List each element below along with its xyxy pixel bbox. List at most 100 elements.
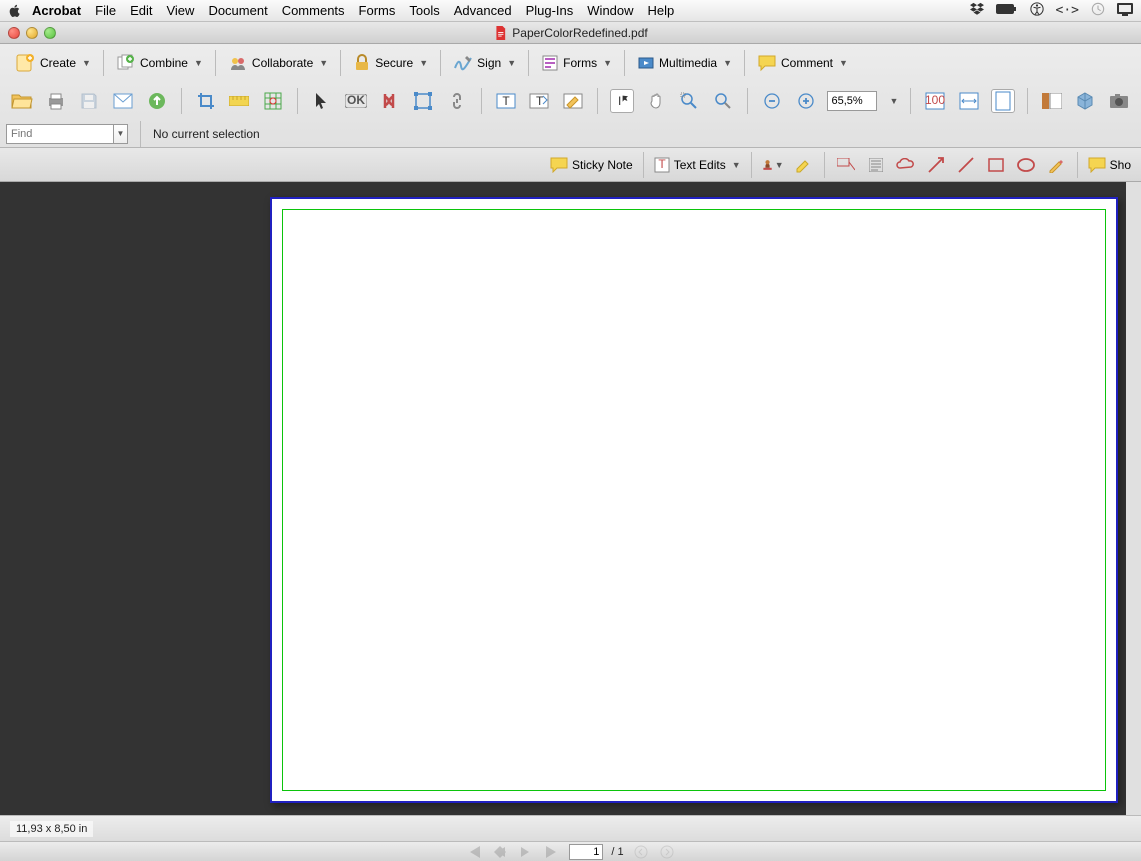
menu-help[interactable]: Help [648, 3, 675, 18]
textbox-icon[interactable]: T [494, 89, 518, 113]
select-tool-icon[interactable]: I [610, 89, 634, 113]
collaborate-button[interactable]: Collaborate▼ [224, 51, 332, 75]
minimize-button[interactable] [26, 27, 38, 39]
svg-text:T: T [536, 94, 544, 108]
next-page-icon[interactable] [517, 843, 535, 861]
menu-edit[interactable]: Edit [130, 3, 152, 18]
menu-file[interactable]: File [95, 3, 116, 18]
crop-icon[interactable] [194, 89, 218, 113]
upload-icon[interactable] [145, 89, 169, 113]
svg-text:I: I [618, 94, 621, 108]
zoom-button[interactable] [44, 27, 56, 39]
zoom-out-icon[interactable] [760, 89, 784, 113]
accessibility-icon[interactable] [1030, 2, 1044, 19]
pencil-icon[interactable] [1045, 154, 1067, 176]
thumbnails-icon[interactable] [1040, 89, 1064, 113]
link-icon[interactable] [445, 89, 469, 113]
create-button[interactable]: Create▼ [10, 50, 95, 76]
zoom-dropdown-caret[interactable]: ▼ [889, 96, 898, 106]
ruler-icon[interactable] [227, 89, 251, 113]
page-dimensions: 11,93 x 8,50 in [10, 821, 93, 837]
find-bar: ▼ No current selection [0, 120, 1141, 148]
page-total: / 1 [611, 846, 623, 858]
clock-icon[interactable] [1091, 2, 1105, 19]
comment-button[interactable]: Comment▼ [753, 52, 852, 74]
object-icon[interactable] [411, 89, 435, 113]
code-icon[interactable]: <·> [1056, 3, 1079, 18]
textblock-icon[interactable] [865, 154, 887, 176]
macos-menubar: Acrobat File Edit View Document Comments… [0, 0, 1141, 22]
show-button[interactable]: Sho [1088, 157, 1131, 173]
page-nav-bar: / 1 [0, 841, 1141, 861]
find-input[interactable] [6, 124, 114, 144]
pdf-file-icon [493, 26, 507, 40]
sticky-note-button[interactable]: Sticky Note [550, 157, 633, 173]
close-button[interactable] [8, 27, 20, 39]
display-icon[interactable] [1117, 3, 1133, 19]
text-edits-button[interactable]: T Text Edits▼ [654, 157, 741, 173]
menu-view[interactable]: View [166, 3, 194, 18]
forms-button[interactable]: Forms▼ [537, 52, 616, 74]
oval-icon[interactable] [1015, 154, 1037, 176]
edit-text-icon[interactable] [561, 89, 585, 113]
menu-forms[interactable]: Forms [359, 3, 396, 18]
page-number-input[interactable] [569, 844, 603, 860]
annotation-toolbar: Sticky Note T Text Edits▼ ▼ Sho [0, 148, 1141, 182]
menu-document[interactable]: Document [208, 3, 267, 18]
camera-icon[interactable] [1107, 89, 1131, 113]
print-icon[interactable] [44, 89, 68, 113]
menu-plugins[interactable]: Plug-Ins [526, 3, 574, 18]
fit-width-icon[interactable] [957, 89, 981, 113]
window-titlebar: PaperColorRedefined.pdf [0, 22, 1141, 44]
status-bar: 11,93 x 8,50 in [0, 815, 1141, 841]
email-icon[interactable] [111, 89, 135, 113]
pointer-icon[interactable] [310, 89, 334, 113]
menu-tools[interactable]: Tools [409, 3, 439, 18]
grid-icon[interactable] [261, 89, 285, 113]
dropbox-icon[interactable] [970, 2, 984, 19]
first-page-icon[interactable] [465, 843, 483, 861]
menu-advanced[interactable]: Advanced [454, 3, 512, 18]
cloud-icon[interactable] [895, 154, 917, 176]
battery-icon[interactable] [996, 3, 1018, 18]
menu-comments[interactable]: Comments [282, 3, 345, 18]
line-icon[interactable] [955, 154, 977, 176]
last-page-icon[interactable] [543, 843, 561, 861]
page-inner-border [282, 209, 1106, 791]
save-icon[interactable] [78, 89, 102, 113]
nav-forward-icon[interactable] [658, 843, 676, 861]
3d-icon[interactable] [1073, 89, 1097, 113]
fit-page-icon[interactable] [991, 89, 1015, 113]
menu-window[interactable]: Window [587, 3, 633, 18]
stamp-icon[interactable]: ▼ [762, 154, 784, 176]
highlighter-icon[interactable] [792, 154, 814, 176]
loupe-icon[interactable] [711, 89, 735, 113]
multimedia-button[interactable]: Multimedia▼ [633, 52, 736, 74]
toolbar-tasks: Create▼ Combine▼ Collaborate▼ Secure▼ Si… [0, 44, 1141, 82]
toolbar-file-view: OK T T I ▼ 100 [0, 82, 1141, 120]
zoom-in-icon[interactable] [794, 89, 818, 113]
touchup-text-icon[interactable]: T [527, 89, 551, 113]
hand-tool-icon[interactable] [644, 89, 668, 113]
secure-button[interactable]: Secure▼ [349, 52, 432, 74]
open-icon[interactable] [10, 89, 34, 113]
arrow-icon[interactable] [925, 154, 947, 176]
window-title: PaperColorRedefined.pdf [512, 26, 647, 40]
marquee-zoom-icon[interactable] [677, 89, 701, 113]
prev-page-icon[interactable] [491, 843, 509, 861]
zoom-input[interactable] [827, 91, 877, 111]
nav-back-icon[interactable] [632, 843, 650, 861]
actual-size-icon[interactable]: 100 [923, 89, 947, 113]
document-canvas[interactable] [0, 182, 1141, 815]
find-dropdown-caret[interactable]: ▼ [114, 124, 128, 144]
rectangle-icon[interactable] [985, 154, 1007, 176]
ok-stamp-icon[interactable]: OK [344, 89, 368, 113]
vertical-scrollbar[interactable] [1126, 182, 1141, 815]
menu-appname[interactable]: Acrobat [32, 3, 81, 18]
sign-button[interactable]: Sign▼ [449, 52, 520, 74]
combine-button[interactable]: Combine▼ [112, 51, 207, 75]
svg-text:OK: OK [347, 94, 365, 107]
redact-icon[interactable] [377, 89, 401, 113]
callout-icon[interactable] [835, 154, 857, 176]
apple-icon[interactable] [8, 4, 22, 18]
